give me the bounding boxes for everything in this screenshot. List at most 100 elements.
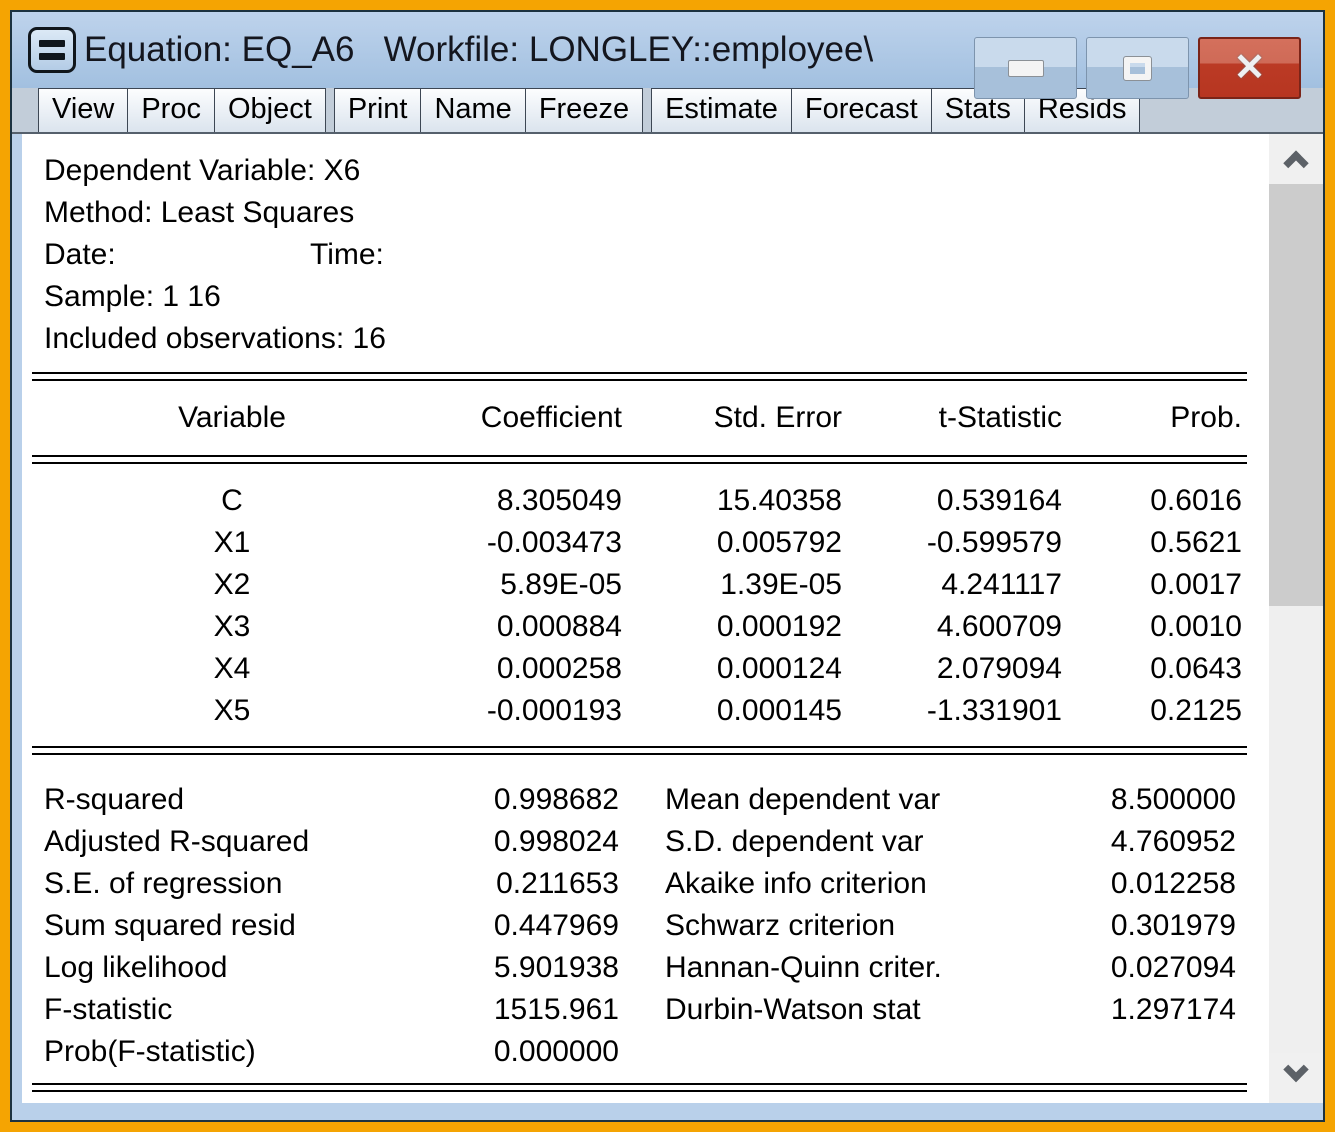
table-cell: 2.079094 [936,652,1062,685]
scrollbar-thumb[interactable] [1269,184,1323,606]
stat-value: 1515.961 [493,993,619,1026]
table-cell: 0.6016 [1150,484,1242,517]
table-cell: -1.331901 [926,694,1062,727]
table-cell: 8.305049 [496,484,622,517]
stat-value: 0.301979 [1110,909,1236,942]
toolbar-button-forecast[interactable]: Forecast [790,88,932,132]
toolbar-button-estimate[interactable]: Estimate [651,88,792,132]
scroll-down-button[interactable] [1269,1053,1323,1103]
table-cell: -0.599579 [926,526,1062,559]
toolbar-button-proc[interactable]: Proc [127,88,215,132]
method-line: Method: Least Squares [44,196,355,229]
coef-table-header: Variable Coefficient Std. Error t-Statis… [32,397,1269,439]
equation-output: Dependent Variable: X6 Method: Least Squ… [22,134,1269,1103]
minimize-button[interactable] [974,37,1077,99]
table-rule [32,746,1247,755]
close-button[interactable]: ✕ [1198,37,1301,99]
table-cell: 0.000884 [496,610,622,643]
stat-value: 4.760952 [1110,825,1236,858]
icon-bar [39,40,65,47]
stat-label-empty [665,1031,1050,1073]
table-rule [32,455,1247,464]
stats-gap [619,821,665,863]
table-cell: 1.39E-05 [720,568,842,601]
close-icon: ✕ [1233,47,1266,89]
stat-label: F-statistic [44,993,173,1026]
table-rule [32,372,1247,381]
stat-label: S.E. of regression [44,867,283,900]
column-header-std-error: Std. Error [713,401,842,434]
table-cell: X2 [213,568,251,601]
table-cell: 0.539164 [936,484,1062,517]
stat-value: 5.901938 [493,951,619,984]
table-cell: X4 [213,652,251,685]
table-cell: 0.0643 [1150,652,1242,685]
stat-label: Prob(F-statistic) [44,1035,256,1068]
table-cell: 0.000258 [496,652,622,685]
toolbar-button-view[interactable]: View [38,88,129,132]
table-cell: -0.003473 [486,526,622,559]
table-cell: 0.5621 [1150,526,1242,559]
maximize-button[interactable] [1086,37,1189,99]
stat-value: 0.998682 [493,783,619,816]
table-cell: 4.600709 [936,610,1062,643]
stat-value: 0.211653 [496,867,619,900]
sample-line: Sample: 1 16 [44,280,221,313]
scroll-up-button[interactable] [1269,134,1323,184]
stat-value: 8.500000 [1110,783,1236,816]
table-cell: X1 [213,526,251,559]
date-label: Date: [44,238,116,271]
table-cell: 5.89E-05 [500,568,622,601]
stat-label: Adjusted R-squared [44,825,310,858]
stat-label: Hannan-Quinn criter. [665,951,942,984]
window-body: Dependent Variable: X6 Method: Least Squ… [12,134,1323,1120]
column-header-variable: Variable [178,401,286,434]
minimize-icon [1007,59,1044,77]
stat-label: Log likelihood [44,951,228,984]
scrollbar-track[interactable] [1269,606,1323,1053]
chevron-up-icon [1283,150,1309,176]
stat-label: Sum squared resid [44,909,296,942]
stat-label: Mean dependent var [665,783,941,816]
title-bar[interactable]: Equation: EQ_A6 Workfile: LONGLEY::emplo… [12,12,1323,99]
dependent-variable-line: Dependent Variable: X6 [44,154,361,187]
table-cell: 0.000124 [716,652,842,685]
vertical-scrollbar[interactable] [1269,134,1323,1103]
window-title: Equation: EQ_A6 Workfile: LONGLEY::emplo… [84,30,874,69]
stat-label: R-squared [44,783,185,816]
table-cell: 0.005792 [716,526,842,559]
stat-value: 0.447969 [493,909,619,942]
table-cell: X5 [213,694,251,727]
table-cell: 4.241117 [941,568,1062,601]
stat-label: S.D. dependent var [665,825,924,858]
toolbar-group-gap [642,88,651,132]
stats-gap [619,779,665,821]
stat-value: 1.297174 [1110,993,1236,1026]
table-rule [32,1083,1247,1092]
time-label: Time: [310,238,384,271]
toolbar-button-name[interactable]: Name [420,88,526,132]
table-cell: -0.000193 [486,694,622,727]
table-cell: 15.40358 [716,484,842,517]
stat-label: Akaike info criterion [665,867,927,900]
toolbar-button-print[interactable]: Print [333,88,422,132]
table-cell: 0.000192 [716,610,842,643]
stat-value-empty [1050,1031,1236,1073]
table-cell: 0.0017 [1150,568,1242,601]
equation-object-icon [28,27,76,73]
chevron-down-icon [1283,1056,1309,1083]
stats-gap [619,905,665,947]
stats-gap [619,1031,665,1073]
column-header-t-statistic: t-Statistic [938,401,1062,434]
table-cell: X3 [213,610,251,643]
window-controls: ✕ [974,37,1301,99]
toolbar-button-object[interactable]: Object [213,88,326,132]
window-inner-frame: Equation: EQ_A6 Workfile: LONGLEY::emplo… [10,10,1325,1122]
toolbar-button-freeze[interactable]: Freeze [524,88,644,132]
stats-gap [619,947,665,989]
stat-value: 0.012258 [1110,867,1236,900]
table-cell: C [221,484,243,517]
stats-gap [619,863,665,905]
table-cell: 0.2125 [1150,694,1242,727]
column-header-coefficient: Coefficient [480,401,622,434]
